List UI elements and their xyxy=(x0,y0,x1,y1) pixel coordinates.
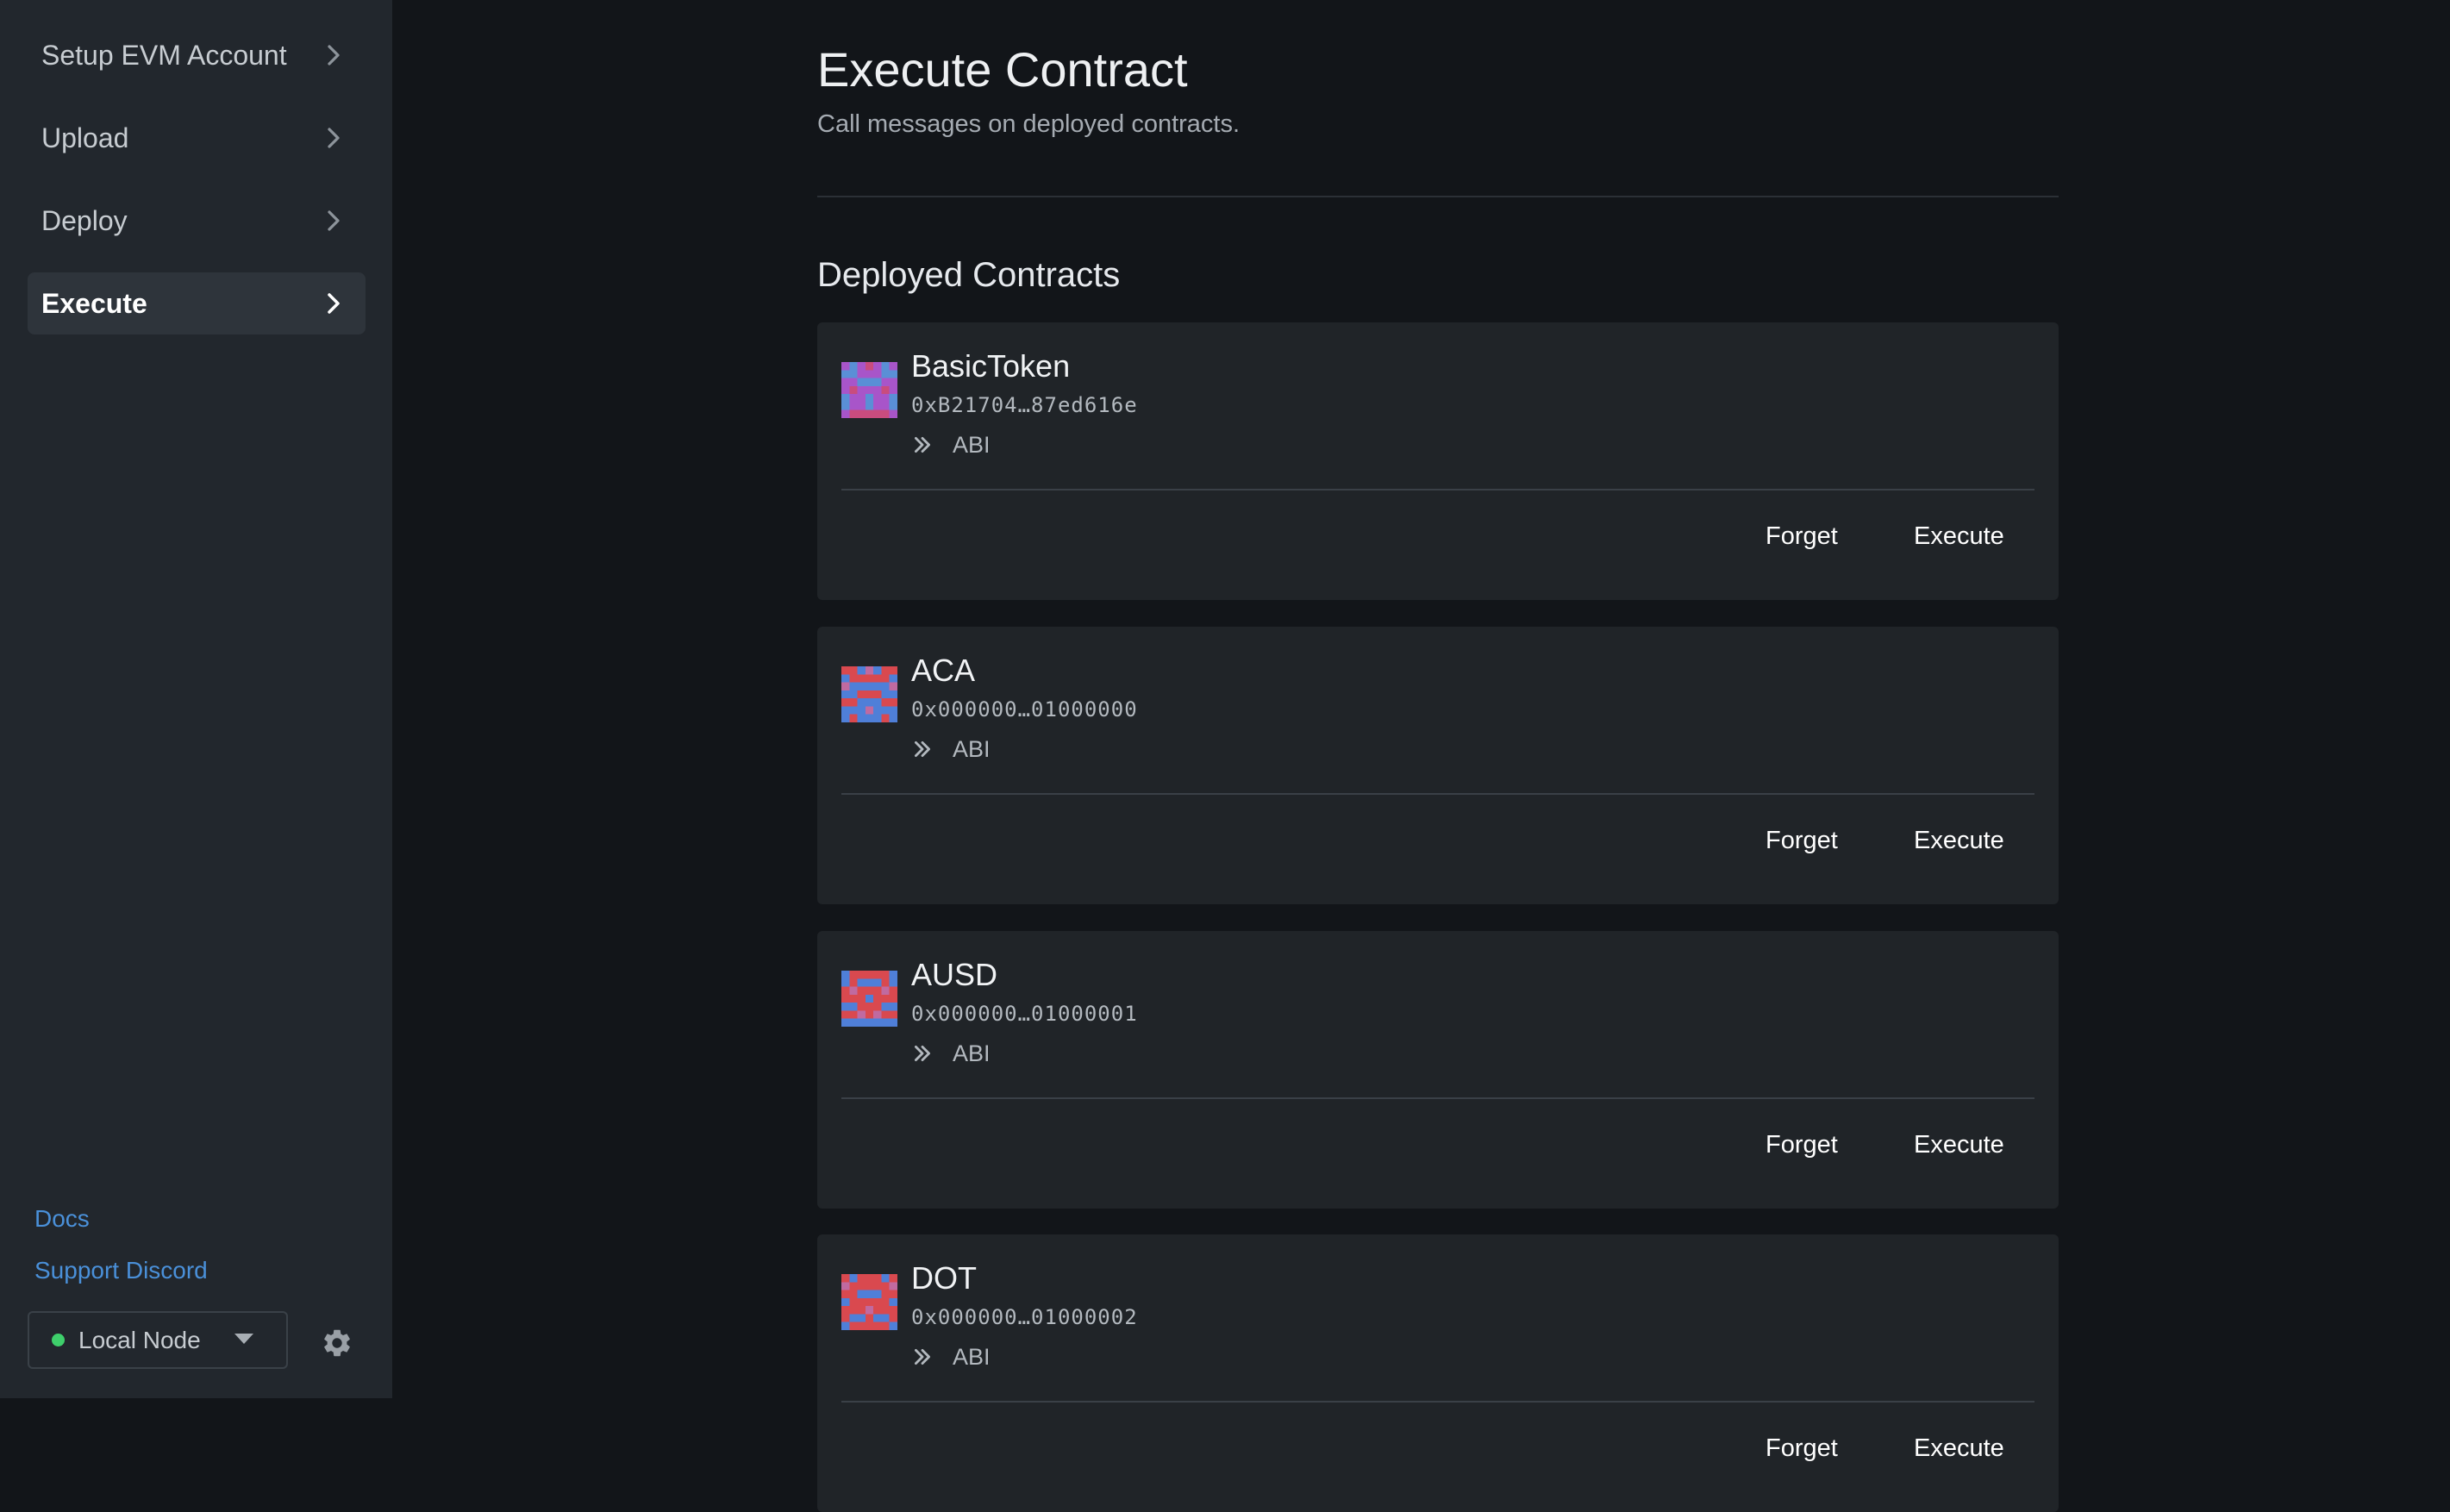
execute-button[interactable]: Execute xyxy=(1914,522,2004,551)
abi-toggle[interactable]: ABI xyxy=(911,734,991,765)
double-chevron-right-icon xyxy=(915,741,930,757)
identicon-icon xyxy=(841,971,897,1027)
chevron-right-icon xyxy=(328,293,340,314)
contract-name: DOT xyxy=(911,1260,977,1296)
caret-down-icon xyxy=(234,1334,253,1344)
double-chevron-right-icon xyxy=(915,1349,930,1365)
abi-label: ABI xyxy=(953,1040,991,1066)
sidebar-item-label: Setup EVM Account xyxy=(41,39,287,71)
contract-card: AUSD 0x000000…01000001 ABI Forget Execut… xyxy=(817,931,2059,1209)
card-divider xyxy=(841,489,2034,490)
chevron-right-icon xyxy=(328,210,340,231)
abi-toggle[interactable]: ABI xyxy=(911,1341,991,1372)
contract-name: ACA xyxy=(911,653,976,688)
sidebar-item-label: Upload xyxy=(41,122,129,153)
chevron-right-icon xyxy=(328,45,340,66)
identicon-icon xyxy=(841,666,897,722)
execute-button[interactable]: Execute xyxy=(1914,827,2004,855)
sidebar-item-setup-evm-account[interactable]: Setup EVM Account xyxy=(28,24,366,86)
contract-card: DOT 0x000000…01000002 ABI Forget Execute xyxy=(817,1234,2059,1512)
card-divider xyxy=(841,1401,2034,1403)
docs-link[interactable]: Docs xyxy=(34,1205,90,1233)
contract-address: 0x000000…01000000 xyxy=(911,697,1138,722)
execute-button[interactable]: Execute xyxy=(1914,1434,2004,1463)
sidebar-item-deploy[interactable]: Deploy xyxy=(28,190,366,252)
contract-card: BasicToken 0xB21704…87ed616e ABI Forget … xyxy=(817,322,2059,600)
node-label: Local Node xyxy=(78,1326,201,1353)
execute-button[interactable]: Execute xyxy=(1914,1131,2004,1159)
contract-name: AUSD xyxy=(911,957,998,992)
header-divider xyxy=(817,196,2059,197)
forget-button[interactable]: Forget xyxy=(1766,1434,1838,1463)
abi-label: ABI xyxy=(953,1343,991,1370)
contract-address: 0x000000…01000002 xyxy=(911,1305,1138,1329)
identicon-icon xyxy=(841,362,897,418)
abi-label: ABI xyxy=(953,431,991,458)
card-divider xyxy=(841,793,2034,795)
abi-toggle[interactable]: ABI xyxy=(911,429,991,460)
connection-status-dot xyxy=(52,1334,65,1346)
page-title: Execute Contract xyxy=(817,42,1188,97)
chevron-right-icon xyxy=(328,128,340,148)
sidebar-item-upload[interactable]: Upload xyxy=(28,107,366,169)
double-chevron-right-icon xyxy=(915,1046,930,1061)
contract-address: 0xB21704…87ed616e xyxy=(911,393,1138,417)
sidebar-item-label: Execute xyxy=(41,287,147,319)
forget-button[interactable]: Forget xyxy=(1766,522,1838,551)
page-subtitle: Call messages on deployed contracts. xyxy=(817,110,1241,138)
forget-button[interactable]: Forget xyxy=(1766,827,1838,855)
abi-label: ABI xyxy=(953,735,991,762)
sidebar: Setup EVM Account Upload Deploy Execute … xyxy=(0,0,392,1398)
contract-name: BasicToken xyxy=(911,348,1071,384)
abi-toggle[interactable]: ABI xyxy=(911,1038,991,1069)
contract-address: 0x000000…01000001 xyxy=(911,1002,1138,1026)
sidebar-item-execute[interactable]: Execute xyxy=(28,272,366,334)
section-title: Deployed Contracts xyxy=(817,256,1121,294)
sidebar-item-label: Deploy xyxy=(41,204,128,236)
identicon-icon xyxy=(841,1274,897,1330)
gear-icon[interactable] xyxy=(321,1327,353,1359)
card-divider xyxy=(841,1097,2034,1099)
double-chevron-right-icon xyxy=(915,437,930,453)
support-discord-link[interactable]: Support Discord xyxy=(34,1257,208,1284)
contract-card: ACA 0x000000…01000000 ABI Forget Execute xyxy=(817,627,2059,904)
forget-button[interactable]: Forget xyxy=(1766,1131,1838,1159)
node-selector[interactable]: Local Node xyxy=(28,1311,288,1369)
